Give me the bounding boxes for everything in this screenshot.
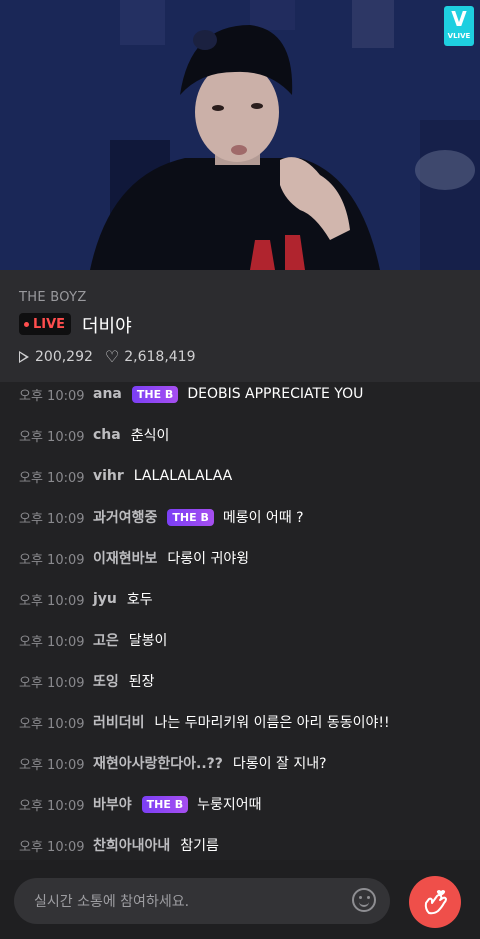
message-nickname[interactable]: 또잉	[93, 671, 119, 691]
chat-input-wrapper[interactable]	[14, 878, 390, 926]
send-heart-button[interactable]	[409, 876, 461, 928]
chat-message[interactable]: 오후 10:09 찬희아내아내 참기름	[19, 834, 219, 856]
message-text: DEOBIS APPRECIATE YOU	[187, 386, 364, 402]
message-nickname[interactable]: 바부야	[93, 794, 132, 814]
chat-list[interactable]: 오후 10:09 ana THE B DEOBIS APPRECIATE YOU 오후 …	[0, 382, 480, 860]
chat-message[interactable]: 오후 10:09 고은 달봉이	[19, 629, 167, 651]
chat-message[interactable]: 오후 10:09 러비더비 나는 두마리키워 이름은 아리 동동이야!!	[19, 711, 390, 733]
message-nickname[interactable]: 고은	[93, 630, 119, 650]
message-text: 다롱이 잘 지내?	[232, 756, 327, 772]
message-time: 오후 10:09	[19, 634, 85, 650]
fan-badge: THE B	[131, 385, 179, 403]
message-text: 된장	[128, 674, 155, 690]
live-dot-icon	[24, 321, 29, 327]
message-time: 오후 10:09	[19, 839, 85, 855]
live-badge: LIVE	[19, 313, 72, 335]
chat-composer	[0, 860, 480, 939]
message-text: 누룽지어때	[197, 797, 262, 813]
chat-message[interactable]: 오후 10:09 재현아사랑한다아..?? 다롱이 잘 지내?	[19, 752, 327, 774]
chat-message[interactable]: 오후 10:09 vihr LALALALALAA	[19, 465, 232, 487]
message-text: LALALALALAA	[133, 468, 233, 484]
broadcast-info: THE BOYZ LIVE 더비야 200,292 ♡ 2,618,419	[0, 270, 480, 382]
video-frame	[0, 0, 480, 270]
message-nickname[interactable]: ana	[93, 386, 122, 402]
message-time: 오후 10:09	[19, 675, 85, 691]
smiley-icon[interactable]	[352, 888, 376, 912]
message-time: 오후 10:09	[19, 757, 85, 773]
fan-badge: THE B	[141, 795, 189, 813]
message-time: 오후 10:09	[19, 716, 85, 732]
message-nickname[interactable]: 이재현바보	[93, 548, 157, 568]
message-time: 오후 10:09	[19, 552, 85, 568]
message-text: 다롱이 귀야윙	[167, 551, 250, 567]
message-time: 오후 10:09	[19, 798, 85, 814]
play-count: 200,292	[35, 348, 93, 365]
play-icon	[19, 350, 29, 363]
message-nickname[interactable]: 찬희아내아내	[93, 835, 170, 855]
stats-row: 200,292 ♡ 2,618,419	[19, 347, 196, 366]
chat-message[interactable]: 오후 10:09 이재현바보 다롱이 귀야윙	[19, 547, 249, 569]
vlive-logo: V VLIVE	[444, 6, 474, 46]
message-text: 춘식이	[130, 428, 170, 444]
message-text: 나는 두마리키워 이름은 아리 동동이야!!	[154, 715, 390, 731]
message-nickname[interactable]: jyu	[93, 591, 117, 607]
message-nickname[interactable]: vihr	[93, 468, 124, 484]
message-text: 호두	[126, 592, 153, 608]
message-text: 참기름	[180, 838, 219, 854]
chat-message[interactable]: 오후 10:09 cha 춘식이	[19, 424, 169, 446]
video-player[interactable]: V VLIVE	[0, 0, 480, 270]
heart-outline-icon: ♡	[104, 347, 120, 366]
chat-message[interactable]: 오후 10:09 ana THE B DEOBIS APPRECIATE YOU	[19, 383, 363, 405]
message-nickname[interactable]: 러비더비	[93, 712, 145, 732]
broadcast-title: 더비야	[82, 316, 132, 337]
message-text: 달봉이	[128, 633, 168, 649]
message-text: 메롱이 어때 ?	[222, 510, 304, 526]
vlive-label: VLIVE	[447, 32, 471, 40]
chat-message[interactable]: 오후 10:09 또잉 된장	[19, 670, 155, 692]
message-time: 오후 10:09	[19, 470, 85, 486]
message-nickname[interactable]: cha	[93, 427, 121, 443]
finger-heart-icon	[424, 890, 447, 915]
message-time: 오후 10:09	[19, 511, 85, 527]
chat-message[interactable]: 오후 10:09 과거여행중 THE B 메롱이 어때 ?	[19, 506, 304, 528]
message-nickname[interactable]: 재현아사랑한다아..??	[93, 753, 223, 773]
live-label: LIVE	[33, 316, 66, 332]
message-nickname[interactable]: 과거여행중	[93, 507, 157, 527]
like-count: 2,618,419	[124, 348, 196, 365]
chat-input[interactable]	[32, 878, 336, 926]
message-time: 오후 10:09	[19, 388, 85, 404]
fan-badge: THE B	[167, 508, 214, 526]
chat-message[interactable]: 오후 10:09 jyu 호두	[19, 588, 153, 610]
channel-name[interactable]: THE BOYZ	[19, 290, 87, 305]
vlive-letter: V	[451, 7, 467, 31]
message-time: 오후 10:09	[19, 429, 85, 445]
message-time: 오후 10:09	[19, 593, 85, 609]
chat-message[interactable]: 오후 10:09 바부야 THE B 누룽지어때	[19, 793, 261, 815]
